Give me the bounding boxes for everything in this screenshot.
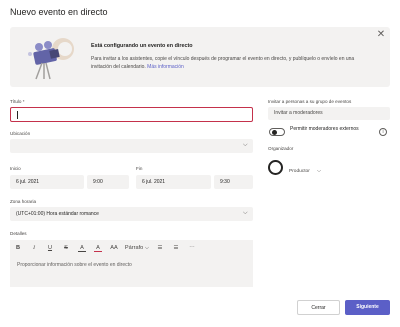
banner-text: Para invitar a los asistentes, copie el … xyxy=(91,56,355,70)
italic-button[interactable]: I xyxy=(26,245,42,251)
close-icon[interactable]: ✕ xyxy=(375,29,387,41)
title-input[interactable] xyxy=(10,107,253,122)
highlight-button[interactable]: A xyxy=(78,245,86,252)
end-date-picker[interactable]: 6 jul. 2021 xyxy=(136,175,211,189)
role-label: Productor xyxy=(289,169,310,174)
details-label: Detalles xyxy=(10,231,27,236)
organizer-label: Organizador xyxy=(268,146,294,151)
learn-more-link[interactable]: Más información xyxy=(147,64,184,70)
bold-button[interactable]: B xyxy=(10,245,26,251)
chevron-down-icon[interactable]: ⌵ xyxy=(243,142,248,149)
banner-heading: Está configurando un evento en directo xyxy=(91,43,193,49)
video-camera-illustration-icon xyxy=(28,38,74,80)
external-moderators-toggle[interactable] xyxy=(269,128,285,136)
avatar xyxy=(268,160,283,175)
info-icon[interactable]: i xyxy=(379,128,387,136)
end-time-picker[interactable]: 9:30 xyxy=(214,175,253,189)
title-label: Título * xyxy=(10,99,25,104)
toggle-label: Permitir moderadores externos xyxy=(290,126,359,132)
invite-moderators-input[interactable]: Invitar a moderadores xyxy=(268,107,390,120)
indent-button[interactable]: ☰ xyxy=(152,245,168,251)
next-button[interactable]: Siguiente xyxy=(345,300,390,315)
invite-label: Invitar a personas a su grupo de eventos xyxy=(268,99,352,104)
details-editor[interactable]: Proporcionar información sobre el evento… xyxy=(10,256,253,287)
banner-body: Para invitar a los asistentes, copie el … xyxy=(91,56,366,71)
font-size-button[interactable]: AA xyxy=(106,245,122,251)
close-button[interactable]: Cerrar xyxy=(297,300,340,315)
details-placeholder: Proporcionar información sobre el evento… xyxy=(17,262,132,268)
start-label: Inicio xyxy=(10,166,21,171)
timezone-select[interactable]: (UTC+01:00) Hora estándar romance xyxy=(10,207,253,221)
toggle-knob xyxy=(271,130,277,135)
chevron-down-icon[interactable]: ⌵ xyxy=(243,210,248,217)
timezone-label: Zona horaria xyxy=(10,199,37,204)
start-date-picker[interactable]: 6 jul. 2021 xyxy=(10,175,84,189)
end-label: Fin xyxy=(136,166,143,171)
text-cursor xyxy=(17,110,18,119)
start-time-picker[interactable]: 9:00 xyxy=(87,175,129,189)
dialog-title: Nuevo evento en directo xyxy=(10,7,108,17)
location-label: Ubicación xyxy=(10,131,31,136)
location-input[interactable] xyxy=(10,139,253,153)
organizer-role-select[interactable]: Productor ⌵ xyxy=(289,168,321,174)
more-options-icon[interactable]: ⋯ xyxy=(184,245,200,251)
paragraph-select[interactable]: Párrafo ⌵ xyxy=(122,245,152,252)
font-color-button[interactable]: A xyxy=(94,245,102,252)
strikethrough-button[interactable]: S xyxy=(58,245,74,251)
chevron-down-icon: ⌵ xyxy=(317,168,321,174)
rich-text-toolbar: B I U S A A AA Párrafo ⌵ ☰ ☰ ⋯ xyxy=(10,240,253,256)
outdent-button[interactable]: ☰ xyxy=(168,245,184,251)
underline-button[interactable]: U xyxy=(42,245,58,251)
